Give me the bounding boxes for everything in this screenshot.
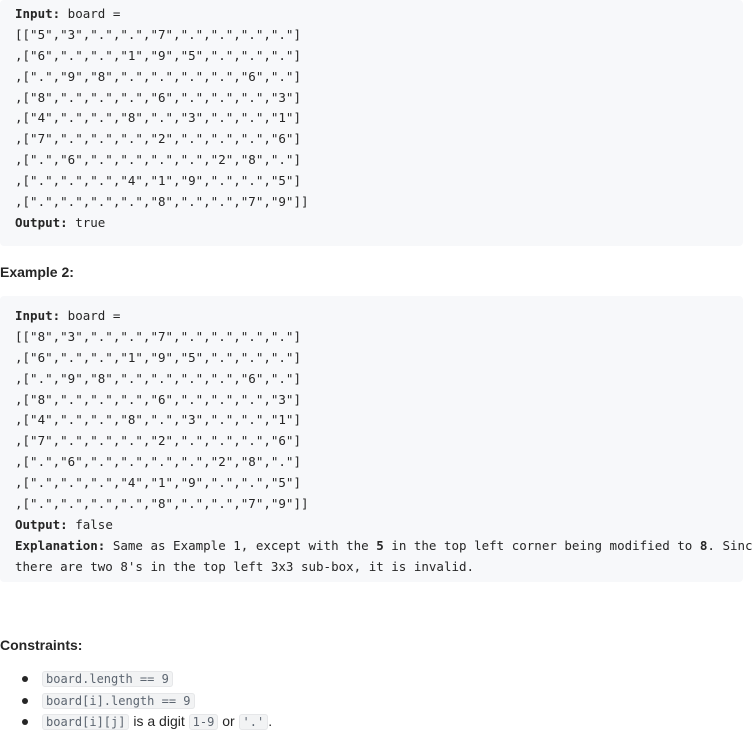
inline-code: board[i][j] [42, 714, 130, 730]
constraints-list: board.length == 9 board[i].length == 9 b… [0, 668, 272, 733]
bullet-icon [22, 719, 28, 725]
bullet-icon [22, 676, 28, 682]
inline-code: board[i].length == 9 [42, 692, 195, 709]
explanation-text: in the top left corner being modified to [383, 537, 700, 553]
board-row: [["8","3",".",".","7",".",".",".","."] [15, 328, 301, 344]
board-row: ,["7",".",".",".","2",".",".",".","6"] [15, 131, 301, 147]
board-row: ,["6",".",".","1","9","5",".",".","."] [15, 349, 301, 365]
bullet-icon [22, 697, 28, 704]
constraint-item: board.length == 9 [0, 668, 272, 690]
explanation-line-2: there are two 8's in the top left 3x3 su… [15, 558, 475, 574]
board-row: ,[".","9","8",".",".",".",".","6","."] [15, 68, 301, 84]
constraint-text: is a digit [129, 713, 189, 729]
explanation-highlight-five: 5 [376, 537, 384, 553]
explanation-text: Same as Example 1, except with the [105, 537, 377, 553]
explanation-label: Explanation: [15, 537, 106, 553]
input-variable: board = [60, 6, 121, 21]
explanation-line-1: Explanation: Same as Example 1, except w… [15, 536, 752, 557]
output-label: Output: [15, 214, 68, 230]
input-label: Input: [15, 6, 61, 21]
input-label: Input: [15, 308, 61, 323]
example-2-code-block: Input: board = [["8","3",".",".","7","."… [0, 296, 752, 582]
board-row: ,[".",".",".",".","8",".",".","7","9"]] [15, 194, 309, 210]
constraint-item: board[i][j] is a digit 1-9 or '.'. [0, 711, 272, 733]
board-row: ,[".",".",".","4","1","9",".",".","5"] [15, 475, 301, 491]
constraints-heading: Constraints: [0, 637, 83, 653]
inline-code: board.length == 9 [42, 671, 173, 687]
example-1-input-line: Input: board = [15, 4, 743, 25]
input-variable: board = [60, 308, 121, 323]
example-2-heading: Example 2: [0, 264, 74, 280]
board-row: ,["8",".",".",".","6",".",".",".","3"] [15, 89, 301, 105]
board-row: ,[".",".",".",".","8",".",".","7","9"]] [15, 496, 309, 512]
output-value: false [67, 516, 113, 532]
constraint-text: . [268, 713, 273, 729]
board-row: [["5","3",".",".","7",".",".",".","."] [15, 26, 301, 42]
board-row: ,["7",".",".",".","2",".",".",".","6"] [15, 433, 301, 449]
example-2-output-line: Output: false [15, 515, 743, 536]
constraint-text: or [218, 713, 239, 729]
example-1-output-line: Output: true [15, 213, 743, 234]
example-1-code-block: Input: board = [["5","3",".",".","7","."… [0, 0, 743, 246]
constraint-item: board[i].length == 9 [0, 690, 272, 712]
board-row: ,["4",".",".","8",".","3",".",".","1"] [15, 412, 301, 428]
board-row: ,[".",".",".","4","1","9",".",".","5"] [15, 173, 301, 189]
board-row: ,[".","6",".",".",".",".","2","8","."] [15, 454, 301, 470]
explanation-text: . Since [707, 537, 752, 553]
inline-code: 1-9 [188, 714, 219, 730]
board-row: ,["8",".",".",".","6",".",".",".","3"] [15, 391, 301, 407]
example-2-input-line: Input: board = [15, 306, 743, 327]
output-value: true [67, 214, 106, 230]
output-label: Output: [15, 516, 68, 532]
board-row: ,["4",".",".","8",".","3",".",".","1"] [15, 110, 301, 126]
inline-code: '.' [238, 714, 269, 730]
board-row: ,[".","6",".",".",".",".","2","8","."] [15, 152, 301, 168]
board-row: ,["6",".",".","1","9","5",".",".","."] [15, 47, 301, 63]
board-row: ,[".","9","8",".",".",".",".","6","."] [15, 370, 301, 386]
